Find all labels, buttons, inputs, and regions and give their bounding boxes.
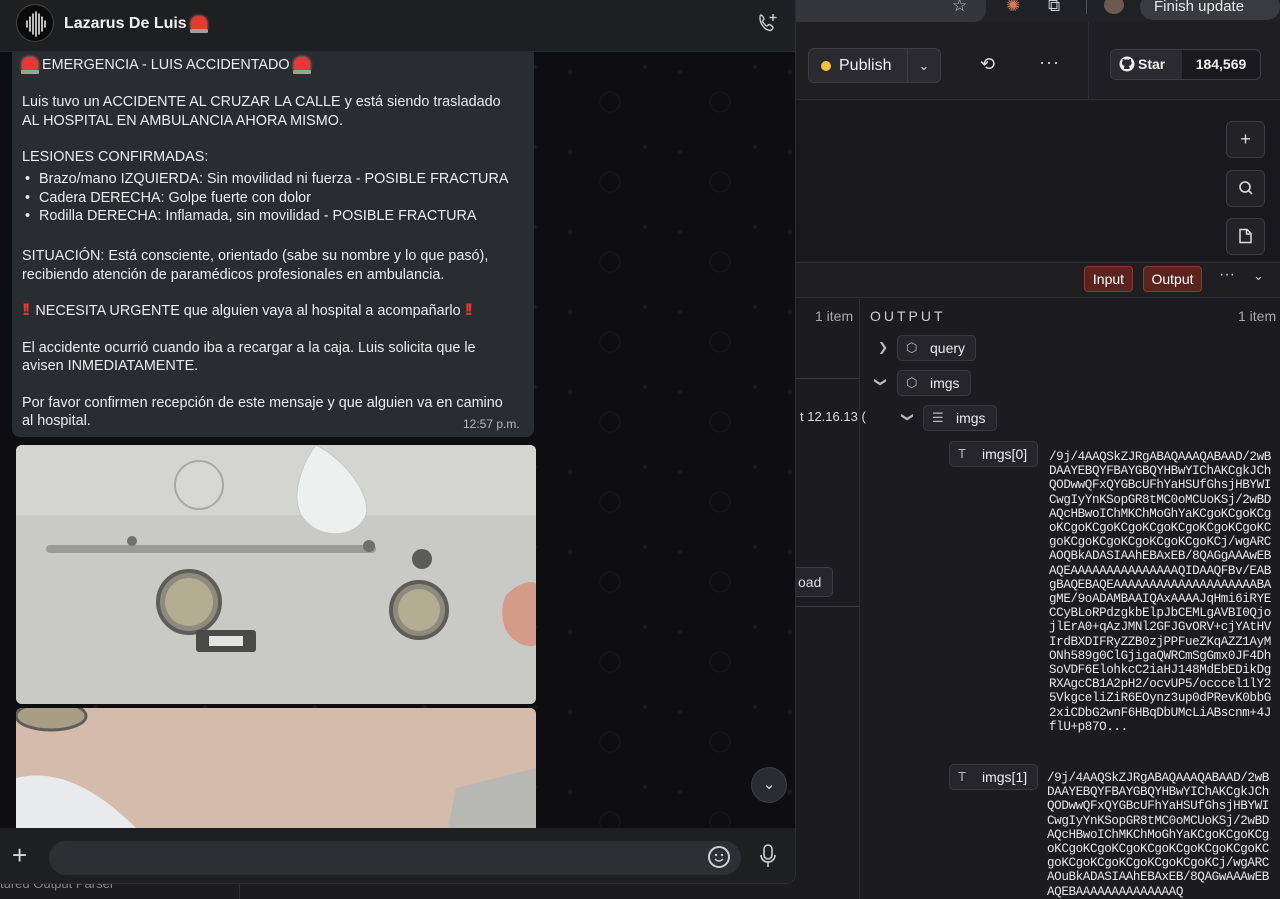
image-message[interactable] <box>16 445 536 704</box>
message-line: Por favor confirmen recepción de este me… <box>22 395 503 411</box>
message-line: AL HOSPITAL EN AMBULANCIA AHORA MISMO. <box>22 113 343 129</box>
whatsapp-chat-window: Lazarus De Luis EMERGENCIA - LUIS ACCIDE… <box>0 0 796 884</box>
tree-node-imgs[interactable]: ⬡ imgs <box>897 370 971 396</box>
microphone-icon[interactable] <box>759 843 777 875</box>
contact-avatar[interactable] <box>16 4 54 42</box>
text-type-icon: T <box>958 446 966 461</box>
image-message[interactable] <box>16 708 536 838</box>
double-exclamation-icon: !! <box>22 300 31 319</box>
canvas-divider <box>239 884 240 899</box>
finish-update-button[interactable]: Finish update ⋮ <box>1140 0 1280 41</box>
photo-ambulance-interior <box>16 445 536 704</box>
add-node-button[interactable]: + <box>1226 121 1265 158</box>
github-star-button[interactable]: Star <box>1111 50 1182 79</box>
urgent-line: !! NECESITA URGENTE que alguien vaya al … <box>22 300 474 319</box>
injuries-heading: LESIONES CONFIRMADAS: <box>22 149 209 165</box>
input-tab[interactable]: Input <box>1084 266 1133 292</box>
load-button[interactable]: oad <box>796 567 833 597</box>
tree-node-imgs-1[interactable]: Timgs[1] <box>949 764 1039 790</box>
message-input[interactable] <box>49 841 741 875</box>
input-timestamp-fragment: t 12.16.13 ( <box>800 409 866 424</box>
sticky-note-icon[interactable] <box>1226 218 1265 255</box>
imgs-1-value: /9j/4AAQSkZJRgABAQAAAQABAAD/2wBDAAYEBQYF… <box>1047 771 1269 899</box>
ndv-panel-header <box>796 262 1280 298</box>
workflow-canvas[interactable] <box>796 101 1280 261</box>
output-tab[interactable]: Output <box>1143 266 1202 292</box>
extensions-puzzle-icon[interactable]: ⧉ <box>1048 0 1060 16</box>
injuries-list: Brazo/mano IZQUIERDA: Sin movilidad ni f… <box>22 170 508 226</box>
message-title: EMERGENCIA - LUIS ACCIDENTADO <box>21 56 311 75</box>
message-line: al hospital. <box>22 413 91 429</box>
publish-options-chevron-icon[interactable]: ⌄ <box>907 48 941 83</box>
input-item-count: 1 item <box>815 308 854 324</box>
list-item: Rodilla DERECHA: Inflamada, sin movilida… <box>22 207 508 226</box>
tree-node-query[interactable]: ⬡ query <box>897 335 977 361</box>
extension-burst-icon[interactable]: ✺ <box>1006 0 1020 16</box>
history-icon[interactable]: ⟲ <box>980 54 995 75</box>
object-cube-icon: ⬡ <box>906 340 918 355</box>
attach-plus-icon[interactable]: + <box>12 842 27 868</box>
message-line: recibiendo atención de paramédicos profe… <box>22 267 445 283</box>
collapse-chevron-icon[interactable]: ❯ <box>901 412 915 422</box>
tree-node-imgs-0[interactable]: Timgs[0] <box>949 441 1039 467</box>
more-options-icon[interactable]: ··· <box>1039 52 1060 73</box>
panel-collapse-chevron-icon[interactable]: ⌄ <box>1253 268 1264 284</box>
chat-contact-name[interactable]: Lazarus De Luis <box>64 15 209 33</box>
photo-injury <box>16 708 536 838</box>
scroll-down-chevron-icon[interactable]: ⌄ <box>751 767 787 803</box>
message-line: El accidente ocurrió cuando iba a recarg… <box>22 340 476 356</box>
bookmark-star-icon[interactable]: ☆ <box>952 0 967 16</box>
github-star-count[interactable]: 184,569 <box>1182 50 1260 79</box>
output-item-count: 1 item <box>1238 308 1277 324</box>
output-title: OUTPUT <box>870 308 946 324</box>
input-divider <box>796 378 860 379</box>
imgs-0-value: /9j/4AAQSkZJRgABAQAAAQABAAD/2wBDAAYEBQYF… <box>1049 450 1271 734</box>
expand-chevron-icon[interactable]: ❯ <box>878 340 888 354</box>
panel-more-icon[interactable]: ··· <box>1219 266 1235 284</box>
tree-node-imgs-array[interactable]: ☰ imgs <box>923 405 997 431</box>
input-divider-2 <box>796 606 860 607</box>
siren-emoji-icon <box>21 57 39 74</box>
double-exclamation-icon: !! <box>464 300 474 319</box>
message-line: avisen INMEDIATAMENTE. <box>22 358 199 374</box>
text-type-icon: T <box>958 769 966 784</box>
emoji-icon[interactable] <box>708 846 730 868</box>
header-divider <box>1088 22 1089 100</box>
message-timestamp: 12:57 p.m. <box>463 417 520 431</box>
input-pane <box>796 299 860 899</box>
toolbar-divider <box>1086 0 1087 14</box>
message-line: SITUACIÓN: Está consciente, orientado (s… <box>22 248 489 264</box>
siren-emoji-icon <box>190 16 209 33</box>
add-call-icon[interactable] <box>757 12 779 40</box>
object-cube-icon: ⬡ <box>906 375 918 390</box>
list-item: Brazo/mano IZQUIERDA: Sin movilidad ni f… <box>22 170 508 189</box>
search-icon[interactable] <box>1226 170 1265 207</box>
unsaved-dot-icon <box>821 61 831 71</box>
list-item: Cadera DERECHA: Golpe fuerte con dolor <box>22 189 508 208</box>
github-icon <box>1119 56 1135 72</box>
message-line: Luis tuvo un ACCIDENTE AL CRUZAR LA CALL… <box>22 94 501 110</box>
list-icon: ☰ <box>932 410 944 425</box>
collapse-chevron-icon[interactable]: ❯ <box>874 377 888 387</box>
siren-emoji-icon <box>292 57 311 74</box>
